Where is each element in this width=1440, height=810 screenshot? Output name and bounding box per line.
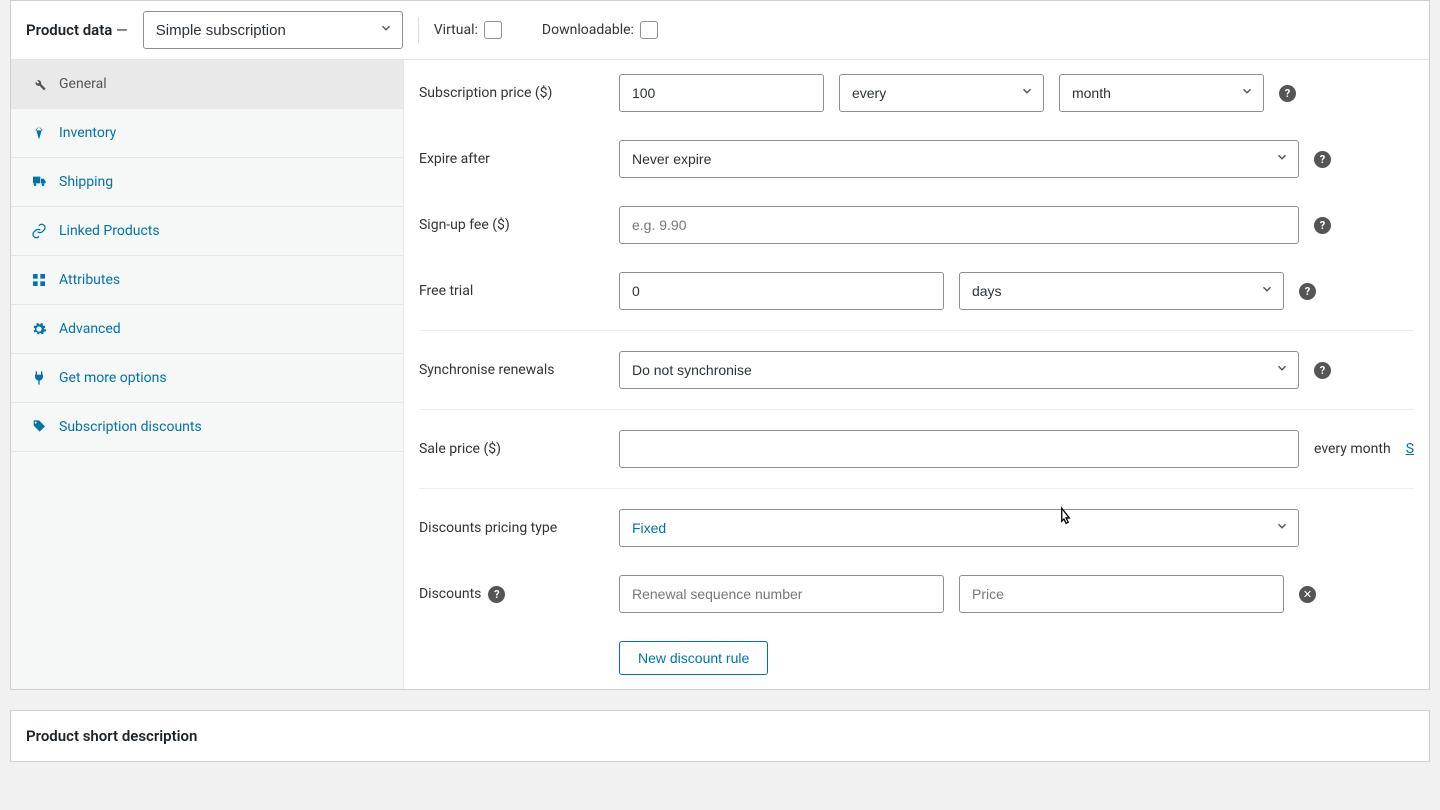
row-free-trial: Free trial days ?: [419, 258, 1414, 324]
tab-attributes-label: Attributes: [59, 272, 120, 288]
dtype-select[interactable]: Fixed: [619, 509, 1299, 547]
tab-more-label: Get more options: [59, 370, 167, 386]
expire-label: Expire after: [419, 151, 604, 167]
tab-advanced[interactable]: Advanced: [11, 305, 403, 354]
subscription-price-input[interactable]: [619, 74, 824, 112]
short-description-panel: Product short description: [10, 710, 1430, 762]
divider: [418, 17, 419, 43]
tag-icon: [31, 419, 47, 435]
row-signup-fee: Sign-up fee ($) ?: [419, 192, 1414, 258]
diamond-icon: [31, 125, 47, 141]
tab-inventory-label: Inventory: [59, 125, 116, 141]
virtual-checkbox[interactable]: [484, 21, 502, 39]
new-discount-rule-button[interactable]: New discount rule: [619, 641, 768, 675]
plug-icon: [31, 370, 47, 386]
tab-get-more-options[interactable]: Get more options: [11, 354, 403, 403]
remove-rule-button[interactable]: ✕: [1299, 586, 1316, 603]
sale-price-input[interactable]: [619, 430, 1299, 468]
sync-label: Synchronise renewals: [419, 362, 604, 378]
tab-discounts-label: Subscription discounts: [59, 419, 202, 435]
tab-attributes[interactable]: Attributes: [11, 256, 403, 305]
tab-shipping-label: Shipping: [59, 174, 113, 190]
tab-general[interactable]: General: [11, 60, 403, 109]
tab-linked-products[interactable]: Linked Products: [11, 207, 403, 256]
discount-price-input[interactable]: [959, 575, 1284, 613]
schedule-link[interactable]: S: [1406, 441, 1414, 457]
help-icon[interactable]: ?: [1314, 151, 1331, 168]
product-type-select[interactable]: Simple subscription: [143, 11, 403, 49]
row-discounts-pricing-type: Discounts pricing type Fixed: [419, 488, 1414, 561]
downloadable-checkbox-group[interactable]: Downloadable:: [542, 21, 658, 39]
sync-select-wrap: Do not synchronise: [619, 351, 1299, 389]
row-expire-after: Expire after Never expire ?: [419, 126, 1414, 192]
short-description-title: Product short description: [26, 727, 197, 745]
panel-header: Product data — Simple subscription Virtu…: [11, 1, 1429, 60]
expire-select[interactable]: Never expire: [619, 140, 1299, 178]
discounts-label-text: Discounts: [419, 586, 481, 602]
subscription-price-label: Subscription price ($): [419, 85, 604, 101]
signup-fee-input[interactable]: [619, 206, 1299, 244]
dtype-select-wrap: Fixed: [619, 509, 1299, 547]
link-icon: [31, 223, 47, 239]
panel-content: Subscription price ($) every month ?: [404, 60, 1429, 689]
virtual-checkbox-group[interactable]: Virtual:: [434, 21, 502, 39]
row-sync-renewals: Synchronise renewals Do not synchronise …: [419, 330, 1414, 403]
panel-body: General Inventory Shipping Linked Produc…: [11, 60, 1429, 689]
sync-select[interactable]: Do not synchronise: [619, 351, 1299, 389]
tab-inventory[interactable]: Inventory: [11, 109, 403, 158]
period-select-wrap: month: [1059, 74, 1264, 112]
trial-unit-select-wrap: days: [959, 272, 1284, 310]
help-icon[interactable]: ?: [1279, 85, 1296, 102]
panel-title: Product data —: [26, 21, 128, 39]
sale-after-text: every month: [1314, 441, 1391, 457]
dtype-label: Discounts pricing type: [419, 520, 604, 536]
tab-general-label: General: [59, 76, 107, 92]
product-type-select-wrap: Simple subscription: [143, 11, 403, 49]
gear-icon: [31, 321, 47, 337]
trial-label: Free trial: [419, 283, 604, 299]
period-select[interactable]: month: [1059, 74, 1264, 112]
product-data-panel: Product data — Simple subscription Virtu…: [10, 0, 1430, 690]
panel-title-text: Product data: [26, 21, 112, 39]
row-subscription-price: Subscription price ($) every month ?: [419, 60, 1414, 126]
sale-label: Sale price ($): [419, 441, 604, 457]
renewal-sequence-input[interactable]: [619, 575, 944, 613]
sidebar-tabs: General Inventory Shipping Linked Produc…: [11, 60, 404, 689]
tab-advanced-label: Advanced: [59, 321, 121, 337]
signup-label: Sign-up fee ($): [419, 217, 604, 233]
help-icon[interactable]: ?: [1299, 283, 1316, 300]
interval-select[interactable]: every: [839, 74, 1044, 112]
help-icon[interactable]: ?: [1314, 217, 1331, 234]
row-new-rule: New discount rule: [419, 627, 1414, 689]
help-icon[interactable]: ?: [1314, 362, 1331, 379]
tab-subscription-discounts[interactable]: Subscription discounts: [11, 403, 403, 452]
discounts-label: Discounts ?: [419, 586, 604, 603]
grid-icon: [31, 272, 47, 288]
virtual-label: Virtual:: [434, 22, 478, 38]
downloadable-checkbox[interactable]: [640, 21, 658, 39]
wrench-icon: [31, 76, 47, 92]
trial-number-input[interactable]: [619, 272, 944, 310]
expire-select-wrap: Never expire: [619, 140, 1299, 178]
tab-shipping[interactable]: Shipping: [11, 158, 403, 207]
row-discounts: Discounts ? ✕: [419, 561, 1414, 627]
truck-icon: [31, 174, 47, 190]
interval-select-wrap: every: [839, 74, 1044, 112]
title-dash: —: [116, 21, 128, 39]
help-icon[interactable]: ?: [488, 586, 505, 603]
trial-unit-select[interactable]: days: [959, 272, 1284, 310]
downloadable-label: Downloadable:: [542, 22, 634, 38]
row-sale-price: Sale price ($) every month S: [419, 409, 1414, 482]
tab-linked-label: Linked Products: [59, 223, 160, 239]
